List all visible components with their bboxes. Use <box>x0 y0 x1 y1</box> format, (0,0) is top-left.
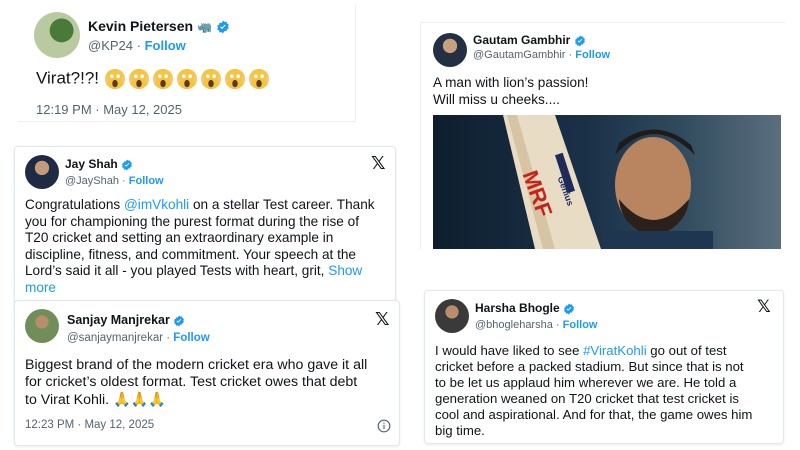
tweet-text: I would have liked to see #ViratKohli go… <box>435 343 752 440</box>
avatar[interactable] <box>25 155 59 189</box>
tweet-timestamp[interactable]: 12:23 PM · May 12, 2025 <box>25 419 154 431</box>
tweet-timestamp[interactable]: 12:19 PM · May 12, 2025 <box>36 102 182 117</box>
avatar[interactable] <box>435 299 469 333</box>
x-logo-icon[interactable]: 𝕏 <box>375 309 390 330</box>
screaming-face-emoji-row <box>104 68 272 90</box>
tweet-line-text: I would have liked to see <box>435 343 584 358</box>
screaming-face-icon <box>104 68 125 90</box>
avatar[interactable] <box>25 309 59 343</box>
author-name-text: Kevin Pietersen <box>88 18 194 34</box>
author-name[interactable]: Gautam Gambhir <box>473 33 586 47</box>
tweet-line: generation weaned on T20 cricket that te… <box>435 391 739 407</box>
avatar[interactable] <box>433 33 467 67</box>
photo-kohli-with-bat <box>503 115 713 249</box>
author-name[interactable]: Harsha Bhogle <box>475 301 575 315</box>
hashtag-link[interactable]: #ViratKohli <box>583 343 647 358</box>
tweet-line: for cricket’s oldest format. Test cricke… <box>25 374 358 391</box>
tweet-line: cricket before a packed stadium. But sin… <box>435 359 744 375</box>
author-name[interactable]: Kevin Pietersen 🦏 <box>88 18 230 34</box>
screaming-face-icon <box>176 68 197 90</box>
tweet-line: discipline, fitness, and commitment. You… <box>25 246 356 262</box>
author-handle[interactable]: @JayShah <box>65 175 119 187</box>
tweet-line: Biggest brand of the modern cricket era … <box>25 357 368 373</box>
x-logo-icon[interactable]: 𝕏 <box>757 297 771 317</box>
tweet-line: T20 cricket and setting an extraordinary… <box>25 230 334 246</box>
tweet-line-text: Lord’s said it all - you played Tests wi… <box>25 263 329 279</box>
follow-button[interactable]: Follow <box>145 38 186 53</box>
author-name-text: Harsha Bhogle <box>475 301 560 315</box>
author-handle-line: @bhogleharsha · Follow <box>475 319 597 331</box>
author-handle-line: @JayShah · Follow <box>65 175 164 187</box>
author-name-text: Jay Shah <box>65 157 118 171</box>
author-handle[interactable]: @KP24 <box>88 38 133 53</box>
tweet-line: cool and aspirational. And for that, the… <box>435 407 753 423</box>
x-logo-icon[interactable]: 𝕏 <box>371 153 386 174</box>
tweet-line: you for championing the purest format du… <box>25 213 359 229</box>
separator-dot: · <box>136 38 141 53</box>
tweet-text: Virat?!?! <box>36 68 272 90</box>
author-name-text: Sanjay Manjrekar <box>67 313 170 327</box>
verified-badge-icon <box>174 315 185 327</box>
author-name-text: Gautam Gambhir <box>473 33 571 47</box>
follow-button[interactable]: Follow <box>575 49 610 61</box>
tweet-line: Will miss u cheeks.... <box>433 91 560 107</box>
rhino-emoji-icon: 🦏 <box>196 20 212 34</box>
tweet-line: to be let us applaud him wherever we are… <box>435 375 737 391</box>
verified-badge-icon <box>122 159 132 171</box>
verified-badge-icon <box>574 35 585 47</box>
verified-badge-icon <box>217 20 229 34</box>
separator-dot: · <box>122 175 126 187</box>
tweet-line: A man with lion’s passion! <box>433 75 589 90</box>
author-handle-line: @sanjaymanjrekar · Follow <box>67 332 210 344</box>
author-handle-line: @KP24 · Follow <box>88 38 186 53</box>
author-handle[interactable]: @bhogleharsha <box>475 319 553 331</box>
follow-button[interactable]: Follow <box>173 332 209 344</box>
info-icon[interactable] <box>377 419 391 433</box>
screaming-face-icon <box>248 68 269 90</box>
tweet-card-manjrekar: Sanjay Manjrekar @sanjaymanjrekar · Foll… <box>14 300 400 446</box>
tweet-card-gambhir: Gautam Gambhir @GautamGambhir · Follow A… <box>420 22 786 250</box>
tweet-card-bhogle: Harsha Bhogle @bhogleharsha · Follow 𝕏 I… <box>424 290 784 444</box>
author-handle-line: @GautamGambhir · Follow <box>473 49 610 61</box>
screaming-face-icon <box>128 68 149 90</box>
screaming-face-icon <box>152 68 173 90</box>
author-handle[interactable]: @GautamGambhir <box>473 49 565 61</box>
tweet-line: Lord’s said it all - you played Tests wi… <box>25 263 375 280</box>
tweet-line-text: Congratulations <box>25 197 124 212</box>
tweet-line-text: go out of test <box>646 343 727 358</box>
follow-button[interactable]: Follow <box>563 319 598 331</box>
tweet-line[interactable]: more <box>25 280 375 297</box>
tweet-line: I would have liked to see #ViratKohli go… <box>435 343 752 359</box>
author-handle[interactable]: @sanjaymanjrekar <box>67 332 163 344</box>
author-name[interactable]: Sanjay Manjrekar <box>67 313 185 327</box>
author-name[interactable]: Jay Shah <box>65 157 133 171</box>
tweet-card-shah: Jay Shah @JayShah · Follow 𝕏 Congratulat… <box>14 146 396 304</box>
mention-link[interactable]: @imVkohli <box>124 197 189 212</box>
screaming-face-icon <box>200 68 221 90</box>
tweet-line: Congratulations @imVkohli on a stellar T… <box>25 197 375 214</box>
tweet-card-pietersen: Kevin Pietersen 🦏 @KP24 · Follow Virat?!… <box>18 4 356 122</box>
screaming-face-icon <box>224 68 245 90</box>
tweet-text: Congratulations @imVkohli on a stellar T… <box>25 197 375 296</box>
verified-badge-icon <box>564 303 574 315</box>
separator-dot: · <box>555 319 560 331</box>
tweet-line: to Virat Kohli. 🙏🙏🙏 <box>25 391 167 408</box>
show-more-link[interactable]: Show <box>328 263 362 278</box>
separator-dot: · <box>166 332 171 344</box>
avatar[interactable] <box>34 12 80 58</box>
tweet-text: A man with lion’s passion! Will miss u c… <box>433 75 588 108</box>
tweet-text-content: Virat?!?! <box>36 68 100 88</box>
follow-button[interactable]: Follow <box>129 175 164 187</box>
tweet-photo[interactable]: MRF Genius <box>433 115 781 249</box>
tweet-line: big time. <box>435 423 485 439</box>
tweet-text: Biggest brand of the modern cricket era … <box>25 357 367 409</box>
tweet-line-text: on a stellar Test career. Thank <box>189 197 375 212</box>
separator-dot: · <box>568 49 573 61</box>
